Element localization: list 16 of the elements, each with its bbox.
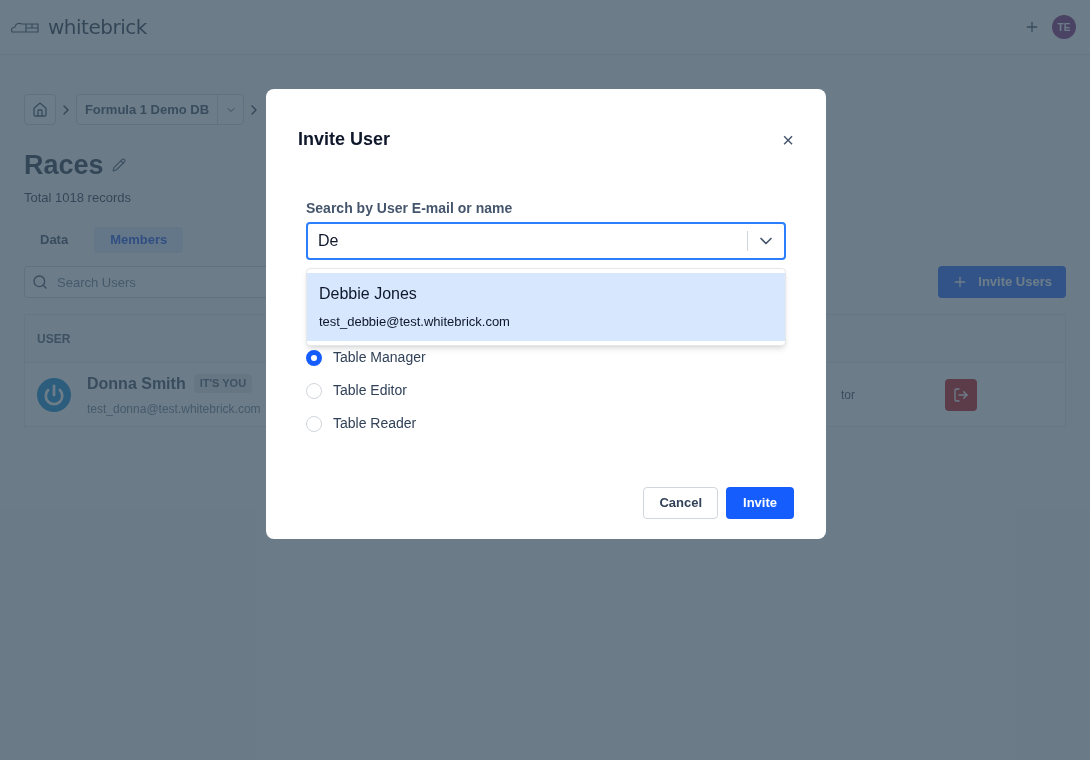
- dialog-title: Invite User: [298, 128, 391, 151]
- radio-button[interactable]: [306, 349, 322, 366]
- logo-text: whitebrick: [48, 14, 147, 41]
- suggestion-name: Debbie Jones: [319, 284, 418, 304]
- page-title: Races: [24, 149, 104, 182]
- role-label: Table Manager: [333, 348, 426, 367]
- suggestion-email: test_debbie@test.whitebrick.com: [319, 313, 511, 331]
- record-count: Total 1018 records: [24, 188, 132, 207]
- role-label: Table Editor: [333, 381, 407, 400]
- field-label: Search by User E-mail or name: [306, 199, 514, 218]
- role-label: Table Reader: [333, 414, 417, 433]
- close-button[interactable]: ×: [782, 129, 794, 150]
- invite-button[interactable]: Invite: [726, 487, 794, 519]
- suggestion-item[interactable]: Debbie Jones test_debbie@test.whitebrick.com: [307, 273, 785, 341]
- cancel-button[interactable]: Cancel: [643, 487, 719, 519]
- user-search-field[interactable]: De: [306, 222, 786, 260]
